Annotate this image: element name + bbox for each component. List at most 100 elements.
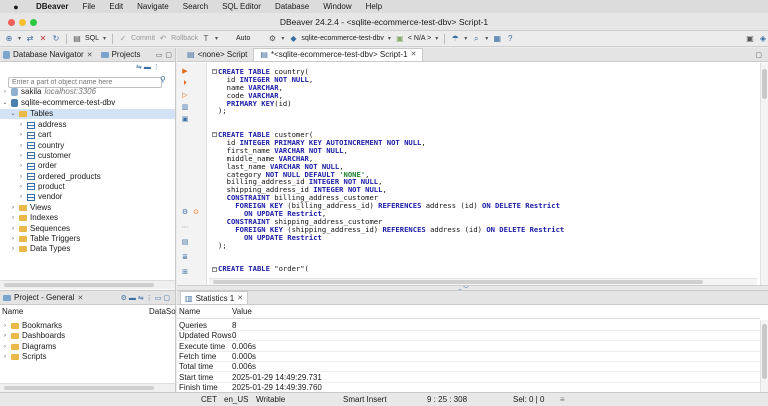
- refresh-icon[interactable]: ↻: [51, 34, 61, 44]
- tree-connection-sqlite[interactable]: ⌄ sqlite-ecommerce-test-dbv: [2, 98, 115, 108]
- tree-table-item[interactable]: › customer: [18, 151, 71, 161]
- new-connection-icon[interactable]: ⊕: [4, 34, 14, 44]
- active-schema-selector[interactable]: < N/A >: [408, 35, 431, 42]
- tree-connection-sakila[interactable]: › sakila localhost:3306: [2, 87, 96, 97]
- view-menu-icon[interactable]: ⋮: [153, 64, 162, 71]
- chevron-right-icon[interactable]: ›: [18, 151, 24, 161]
- project-horizontal-scrollbar[interactable]: [0, 383, 175, 392]
- tree-folder-item[interactable]: › Sequences: [10, 224, 70, 234]
- commit-icon[interactable]: ✓: [118, 34, 128, 44]
- explain-plan-icon[interactable]: ▥: [181, 104, 189, 112]
- chevron-right-icon[interactable]: ›: [18, 130, 24, 140]
- help-icon[interactable]: ?: [505, 34, 515, 44]
- filter-icon[interactable]: ⚲: [160, 75, 166, 84]
- dropdown-icon[interactable]: ▾: [102, 34, 107, 44]
- statistics-row[interactable]: Total time 0.006s: [177, 362, 760, 373]
- menu-window[interactable]: Window: [323, 2, 351, 11]
- dropdown-icon[interactable]: ▾: [280, 34, 285, 44]
- chevron-right-icon[interactable]: ›: [18, 120, 24, 130]
- fold-toggle-icon[interactable]: −: [212, 132, 217, 138]
- tree-table-item[interactable]: › country: [18, 141, 64, 151]
- close-icon[interactable]: ✕: [410, 49, 416, 61]
- scrollbar-thumb[interactable]: [762, 69, 767, 99]
- scrollbar-thumb[interactable]: [4, 283, 154, 287]
- chevron-right-icon[interactable]: ›: [18, 141, 24, 151]
- chevron-right-icon[interactable]: ›: [10, 224, 16, 234]
- close-icon[interactable]: ✕: [77, 294, 83, 302]
- maximize-editor-icon[interactable]: ▢: [755, 51, 762, 59]
- format-icon[interactable]: ≣: [181, 254, 189, 262]
- tab-database-navigator[interactable]: Database Navigator ✕: [3, 50, 93, 59]
- dropdown-icon[interactable]: ▾: [387, 34, 392, 44]
- connect-icon[interactable]: ⇄: [25, 34, 35, 44]
- chevron-right-icon[interactable]: ›: [18, 192, 24, 202]
- tree-table-item[interactable]: › vendor: [18, 192, 62, 202]
- search-icon[interactable]: ⌕: [471, 34, 481, 44]
- tab-project-general[interactable]: Project - General ✕: [3, 293, 83, 302]
- chevron-right-icon[interactable]: ›: [10, 203, 16, 213]
- schema-icon[interactable]: ▣: [395, 34, 405, 44]
- settings-icon[interactable]: ⚙: [267, 34, 277, 44]
- sql-editor-icon[interactable]: ▤: [72, 34, 82, 44]
- zoom-window-button[interactable]: [30, 19, 37, 26]
- chevron-right-icon[interactable]: ›: [18, 161, 24, 171]
- execute-script-icon[interactable]: ⏵: [181, 80, 189, 88]
- fold-toggle-icon[interactable]: −: [212, 69, 217, 74]
- dropdown-icon[interactable]: ▾: [463, 34, 468, 44]
- minimize-panel-icon[interactable]: ▭: [156, 51, 163, 59]
- menu-database[interactable]: Database: [275, 2, 309, 11]
- chevron-right-icon[interactable]: ›: [2, 352, 8, 362]
- tree-folder-item[interactable]: › Data Types: [10, 244, 70, 254]
- dropdown-icon[interactable]: ▾: [17, 34, 22, 44]
- chevron-right-icon[interactable]: ›: [10, 244, 16, 254]
- chevron-down-icon[interactable]: ⌄: [10, 109, 16, 119]
- minimize-window-button[interactable]: [19, 19, 26, 26]
- menu-edit[interactable]: Edit: [109, 2, 123, 11]
- outline-icon[interactable]: ⊞: [181, 269, 189, 277]
- close-icon[interactable]: ✕: [237, 294, 243, 302]
- grid-icon[interactable]: ▦: [492, 34, 502, 44]
- project-tree-item[interactable]: › Scripts: [2, 352, 46, 362]
- datasource-icon[interactable]: ◆: [288, 34, 298, 44]
- statistics-vertical-scrollbar[interactable]: [760, 320, 768, 393]
- close-icon[interactable]: ✕: [87, 51, 93, 59]
- scrollbar-thumb[interactable]: [762, 324, 767, 379]
- menu-sql-editor[interactable]: SQL Editor: [222, 2, 261, 11]
- tree-folder-tables[interactable]: ⌄ Tables: [0, 109, 175, 119]
- tab-none-script[interactable]: ▤ <none> Script: [181, 48, 253, 61]
- debug-icon[interactable]: ☂: [450, 34, 460, 44]
- scrollbar-thumb[interactable]: [4, 386, 154, 390]
- load-plan-icon[interactable]: ▣: [181, 116, 189, 124]
- chevron-right-icon[interactable]: ›: [2, 331, 8, 341]
- chevron-right-icon[interactable]: ›: [2, 87, 8, 97]
- settings-icon[interactable]: ⚙: [181, 209, 189, 217]
- editor-horizontal-scrollbar[interactable]: [209, 278, 757, 285]
- menu-help[interactable]: Help: [366, 2, 382, 11]
- statistics-row[interactable]: Fetch time 0.000s: [177, 352, 760, 362]
- fold-toggle-icon[interactable]: −: [212, 266, 217, 272]
- active-datasource-selector[interactable]: sqlite-ecommerce-test-dbv: [301, 35, 383, 42]
- statistics-row[interactable]: Queries 8: [177, 321, 760, 331]
- link-editor-icon[interactable]: ▬: [144, 64, 153, 71]
- export-icon[interactable]: ▤: [181, 239, 189, 247]
- warning-icon[interactable]: ⊙: [192, 209, 200, 217]
- chevron-right-icon[interactable]: ›: [10, 213, 16, 223]
- chevron-right-icon[interactable]: ›: [2, 321, 8, 331]
- tree-table-item[interactable]: › cart: [18, 130, 51, 140]
- dropdown-icon[interactable]: ▾: [484, 34, 489, 44]
- menu-navigate[interactable]: Navigate: [137, 2, 169, 11]
- dropdown-icon[interactable]: ▾: [214, 34, 219, 44]
- sql-button-label[interactable]: SQL: [85, 35, 99, 42]
- project-tree-item[interactable]: › Bookmarks: [2, 321, 62, 331]
- tree-table-item[interactable]: › order: [18, 161, 57, 171]
- tree-table-item[interactable]: › ordered_products: [18, 172, 101, 182]
- chevron-down-icon[interactable]: ⌄: [2, 98, 8, 108]
- tab-statistics-1[interactable]: ▥ Statistics 1 ✕: [180, 291, 249, 304]
- project-tree-item[interactable]: › Dashboards: [2, 331, 65, 341]
- status-insert-mode[interactable]: Smart Insert: [343, 395, 387, 404]
- tab-projects[interactable]: Projects: [100, 50, 141, 59]
- chevron-right-icon[interactable]: ›: [10, 234, 16, 244]
- apple-icon[interactable]: ●: [8, 2, 24, 12]
- statistics-row[interactable]: Start time 2025-01-29 14:49:29.731: [177, 373, 760, 383]
- status-locale[interactable]: en_US: [224, 395, 248, 404]
